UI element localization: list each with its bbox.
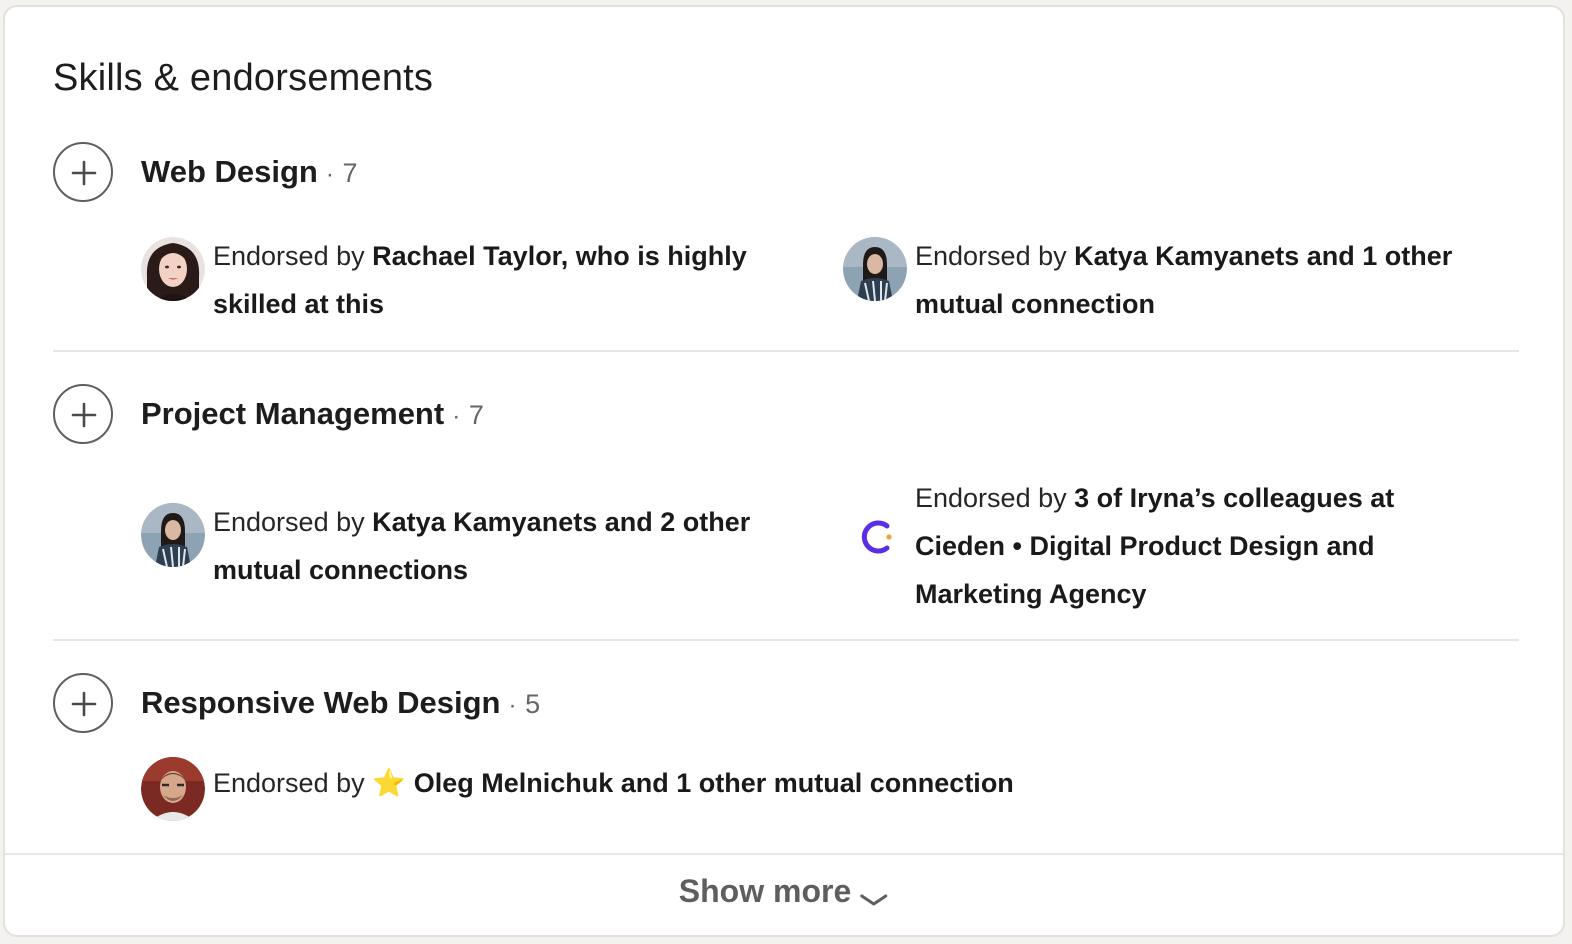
endorsement-prefix: Endorsed by bbox=[915, 483, 1075, 513]
divider bbox=[53, 639, 1519, 641]
show-more-button[interactable]: Show more bbox=[679, 873, 889, 910]
avatar[interactable] bbox=[141, 503, 205, 567]
skill-name-text: Project Management bbox=[141, 396, 445, 431]
endorsement-prefix: Endorsed by bbox=[915, 241, 1075, 271]
skill-item-project-management: Project Management · 7 Endorsed by Katya … bbox=[53, 384, 1519, 634]
plus-icon bbox=[71, 402, 97, 428]
avatar[interactable] bbox=[843, 237, 907, 301]
skill-item-web-design: Web Design· 7 Endorsed by Rachael Taylo bbox=[53, 142, 1519, 342]
endorsement-text: Endorsed by ⭐ Oleg Melnichuk and 1 other … bbox=[213, 759, 1163, 807]
section-title: Skills & endorsements bbox=[53, 57, 434, 99]
skill-separator: · bbox=[508, 692, 517, 719]
skills-card: Skills & endorsements Web Design · 7 End… bbox=[3, 5, 1565, 937]
endorsement-text: Endorsed by 3 of Iryna’s colleagues at C… bbox=[915, 474, 1475, 618]
cieden-logo bbox=[861, 520, 892, 554]
skill-name-text: Responsive Web Design bbox=[141, 685, 501, 720]
skill-separator: · bbox=[452, 403, 461, 430]
katya-kamyanets-avatar bbox=[141, 503, 205, 567]
skill-name[interactable]: Project Management · 7 bbox=[141, 396, 484, 432]
endorsement-prefix: Endorsed by bbox=[213, 768, 373, 798]
endorse-web-design-button[interactable] bbox=[53, 142, 113, 202]
avatar[interactable] bbox=[141, 237, 205, 301]
endorsement-prefix: Endorsed by bbox=[213, 241, 373, 271]
plus-icon bbox=[71, 160, 97, 186]
katya-kamyanets-avatar bbox=[843, 237, 907, 301]
endorsement-text: Endorsed by Katya Kamyanets and 2 other … bbox=[213, 498, 793, 594]
chevron-down-icon bbox=[860, 894, 888, 906]
endorsement-text: Endorsed by Rachael Taylor, who is highl… bbox=[213, 232, 813, 328]
skill-name-text: Web Design bbox=[141, 154, 318, 189]
endorsement-count: 5 bbox=[525, 689, 541, 719]
rachael-taylor-avatar bbox=[141, 237, 205, 301]
show-more-label: Show more bbox=[678, 873, 852, 909]
skill-item-responsive-web-design: Responsive Web Design · 5 Endorsed by ⭐ Ol… bbox=[53, 673, 1519, 833]
skill-header: Project Management · 7 bbox=[53, 384, 1053, 448]
endorsement-count: 7 bbox=[468, 400, 484, 430]
skill-separator: · bbox=[325, 161, 334, 188]
endorse-project-management-button[interactable] bbox=[53, 384, 113, 444]
oleg-melnichuk-avatar bbox=[141, 757, 205, 821]
divider bbox=[53, 350, 1519, 352]
avatar[interactable] bbox=[141, 757, 205, 821]
endorse-responsive-web-design-button[interactable] bbox=[53, 673, 113, 733]
skill-header: Web Design · 7 bbox=[53, 142, 1053, 206]
avatar[interactable] bbox=[843, 505, 907, 569]
plus-icon bbox=[71, 691, 97, 717]
endorser-name[interactable]: Oleg Melnichuk and 1 other mutual connec… bbox=[414, 768, 1014, 798]
skill-header: Responsive Web Design · 5 bbox=[53, 673, 1053, 737]
star-icon: ⭐ bbox=[372, 768, 406, 798]
skill-name[interactable]: Web Design · 7 bbox=[141, 154, 358, 190]
card-footer: Show more bbox=[5, 853, 1563, 935]
endorsement-text: Endorsed by Katya Kamyanets and 1 other … bbox=[915, 232, 1495, 328]
skill-name[interactable]: Responsive Web Design · 5 bbox=[141, 685, 540, 721]
endorsement-count: 7 bbox=[342, 158, 358, 188]
endorsement-prefix: Endorsed by bbox=[213, 507, 373, 537]
